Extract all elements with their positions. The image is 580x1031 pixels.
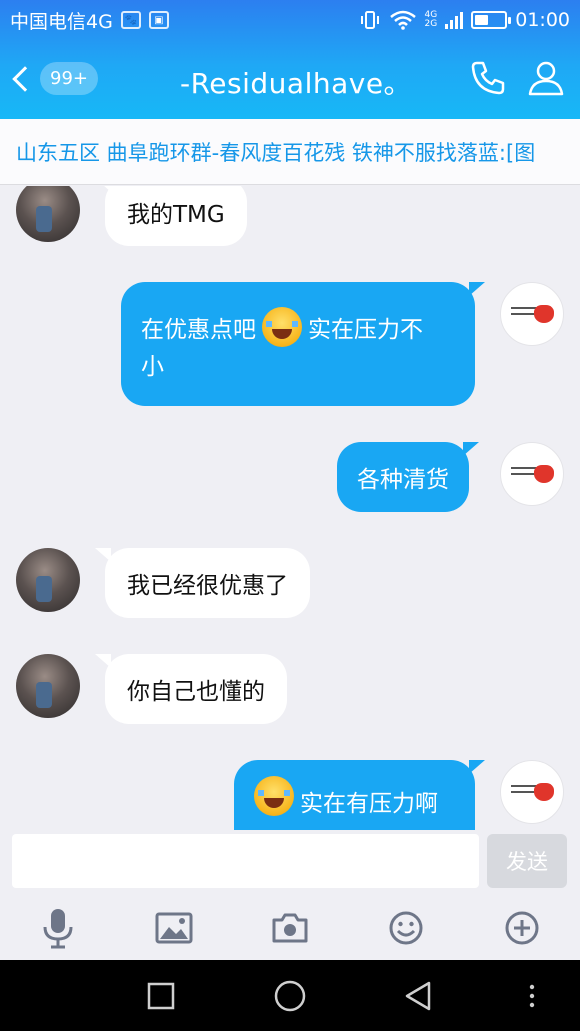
camera-button[interactable] [260,900,320,956]
my-avatar[interactable] [500,282,564,346]
my-avatar[interactable] [500,442,564,506]
more-button[interactable] [492,900,552,956]
menu-dots-icon[interactable] [514,978,550,1014]
contact-avatar[interactable] [16,186,80,242]
paw-icon: 🐾 [120,11,141,29]
send-button[interactable]: 发送 [487,834,567,888]
group-banner[interactable]: 山东五区 曲阜跑环群-春风度百花残 铁神不服找落蓝:[图 [0,119,580,185]
vibrate-icon [360,11,379,29]
fox-icon [534,783,554,801]
chat-screen: 中国电信4G 🐾 ▣ 4G 2G 01:00 99+ -Residualhave… [0,0,580,1031]
message-bubble-left[interactable]: 我的TMG [95,186,247,246]
message-bubble-right[interactable]: 实在有压力啊 [234,760,485,830]
message-input[interactable] [12,834,479,888]
header: 中国电信4G 🐾 ▣ 4G 2G 01:00 99+ -Residualhave… [0,0,580,119]
profile-icon[interactable] [526,58,566,98]
plus-icon [505,911,539,945]
contact-avatar[interactable] [16,548,80,612]
picture-notification-icon: ▣ [148,11,169,29]
message-bubble-left[interactable]: 你自己也懂的 [95,654,287,724]
voice-button[interactable] [28,900,88,956]
battery-icon [471,11,512,29]
chat-title: -Residualhave。 [180,67,413,100]
message-bubble-left[interactable]: 我已经很优惠了 [95,548,310,618]
home-icon[interactable] [272,978,308,1014]
battery-level-fill [475,15,488,25]
my-avatar[interactable] [500,760,564,824]
emoji-icon [389,911,423,945]
message-bubble-right[interactable]: 在优惠点吧 实在压力不 小 [121,282,485,406]
camera-icon [272,913,308,943]
mic-icon [43,909,73,949]
fox-icon [534,465,554,483]
title-bar: 99+ -Residualhave。 [0,40,580,119]
message-bubble-right[interactable]: 各种清货 [337,442,479,512]
laughing-tears-emoji-icon [254,776,294,816]
fox-icon [534,305,554,323]
recents-icon[interactable] [143,978,179,1014]
laughing-tears-emoji-icon [262,307,302,347]
chevron-left-icon [12,65,38,92]
status-bar: 中国电信4G 🐾 ▣ 4G 2G 01:00 [0,0,580,40]
system-nav-bar [0,960,580,1031]
phone-icon[interactable] [468,58,508,98]
clock: 01:00 [515,9,570,31]
banner-text: 山东五区 曲阜跑环群-春风度百花残 铁神不服找落蓝:[图 [16,140,536,165]
back-button[interactable]: 99+ [10,62,98,95]
unread-badge: 99+ [40,62,98,95]
network-type: 4G 2G [424,10,438,29]
composer: 发送 [0,830,580,896]
contact-avatar[interactable] [16,654,80,718]
emoji-button[interactable] [376,900,436,956]
image-button[interactable] [144,900,204,956]
back-nav-icon[interactable] [401,978,437,1014]
message-list[interactable]: 我的TMG 在优惠点吧 实在压力不 小 各种清货 我已经很优惠了 你自己也懂的 … [0,186,580,830]
carrier-label: 中国电信4G [10,10,113,33]
wifi-icon [389,10,416,30]
signal-icon [445,11,464,29]
composer-toolbar [0,896,580,960]
image-icon [155,912,193,944]
